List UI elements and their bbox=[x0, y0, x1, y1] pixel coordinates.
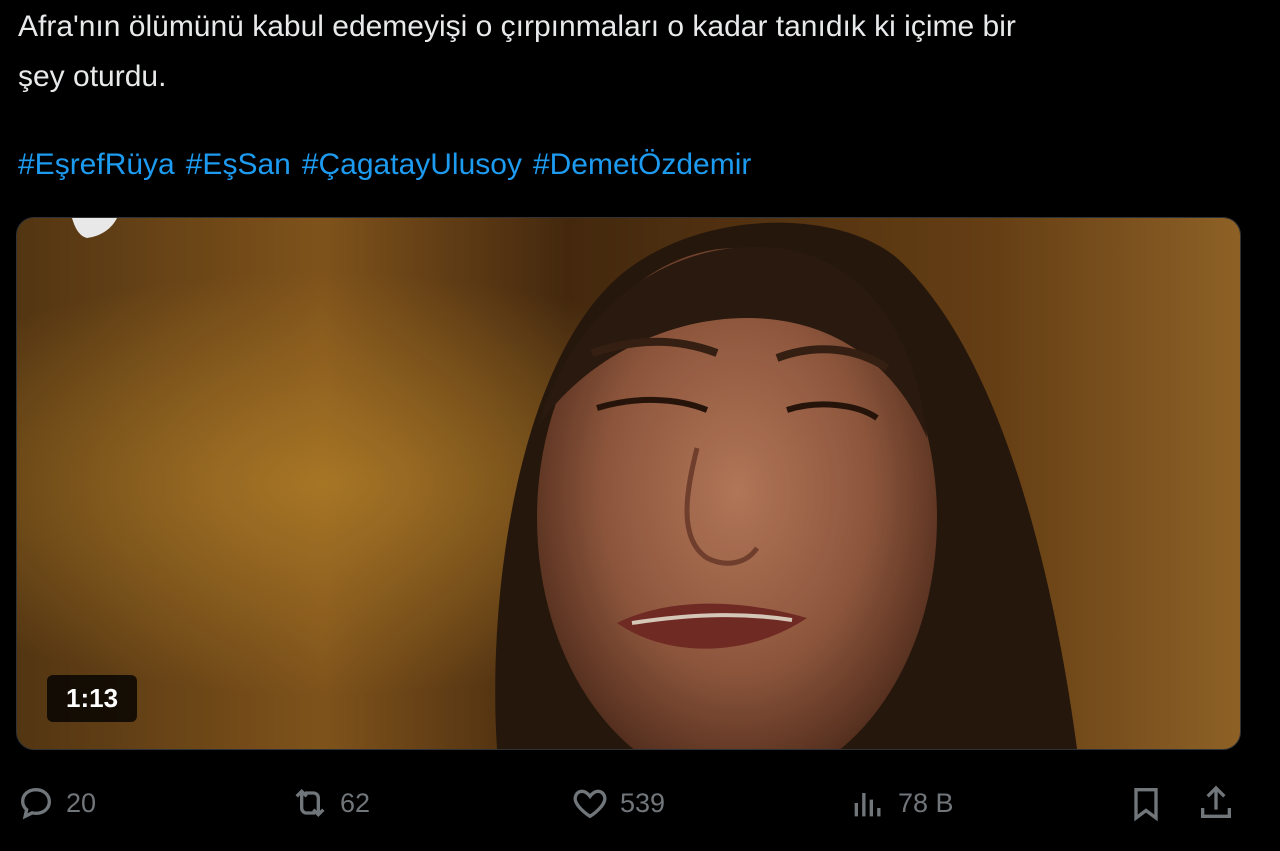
video-duration-badge: 1:13 bbox=[47, 675, 138, 722]
reply-button[interactable]: 20 bbox=[16, 783, 96, 823]
like-count: 539 bbox=[620, 787, 666, 818]
views-icon bbox=[854, 793, 881, 817]
hashtag-link[interactable]: #EşSan bbox=[186, 140, 291, 190]
reply-count: 20 bbox=[66, 787, 97, 818]
tweet-text-line-1: Afra'nın ölümünü kabul edemeyişi o çırpı… bbox=[18, 10, 1016, 43]
views-button[interactable]: 78 B bbox=[848, 783, 954, 823]
tweet-text: Afra'nın ölümünü kabul edemeyişi o çırpı… bbox=[18, 2, 1248, 102]
share-button[interactable] bbox=[1196, 783, 1236, 823]
views-count: 78 B bbox=[898, 787, 954, 818]
tweet-action-bar: 20 62 539 78 B bbox=[0, 775, 1280, 835]
hashtag-list: #EşrefRüya #EşSan #ÇagatayUlusoy #DemetÖ… bbox=[18, 140, 751, 190]
tweet-text-line-2: şey oturdu. bbox=[18, 60, 167, 93]
hashtag-link[interactable]: #ÇagatayUlusoy bbox=[302, 140, 522, 190]
reply-icon bbox=[20, 787, 52, 820]
repost-button[interactable]: 62 bbox=[290, 783, 370, 823]
bookmark-button[interactable] bbox=[1126, 783, 1166, 823]
like-icon bbox=[573, 789, 607, 819]
video-thumbnail bbox=[17, 218, 1240, 749]
repost-count: 62 bbox=[340, 787, 371, 818]
share-icon bbox=[1201, 785, 1231, 818]
video-player[interactable]: 1:13 bbox=[16, 217, 1241, 750]
repost-icon bbox=[295, 788, 325, 818]
bookmark-icon bbox=[1134, 788, 1158, 822]
hashtag-link[interactable]: #EşrefRüya bbox=[18, 140, 175, 190]
like-button[interactable]: 539 bbox=[570, 783, 665, 823]
hashtag-link[interactable]: #DemetÖzdemir bbox=[533, 140, 751, 190]
